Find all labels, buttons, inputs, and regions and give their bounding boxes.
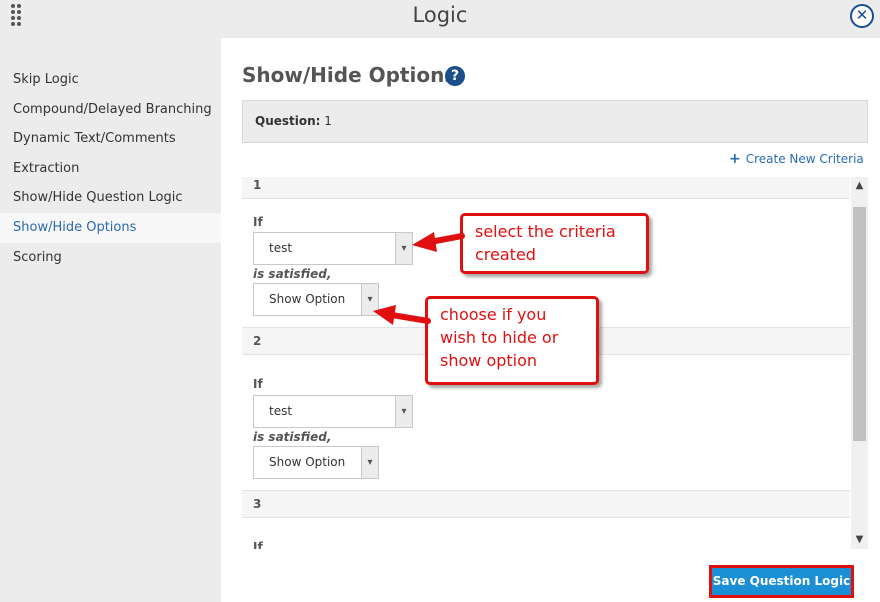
save-question-logic-button[interactable]: Save Question Logic — [712, 568, 851, 595]
criteria-select-value: test — [269, 241, 293, 255]
chevron-down-icon: ▾ — [361, 284, 378, 315]
sidebar-item-show-hide-question-logic[interactable]: Show/Hide Question Logic — [0, 183, 221, 213]
scroll-down-icon[interactable]: ▼ — [851, 531, 868, 549]
create-new-criteria-label: Create New Criteria — [745, 152, 864, 166]
save-button-highlight: Save Question Logic — [709, 565, 854, 598]
criteria-select-value: test — [269, 404, 293, 418]
scroll-thumb[interactable] — [853, 207, 866, 441]
create-new-criteria-link[interactable]: + Create New Criteria — [729, 151, 864, 167]
plus-icon: + — [729, 151, 741, 167]
action-select-1[interactable]: Show Option ▾ — [253, 283, 379, 316]
question-value: 1 — [324, 114, 332, 128]
scroll-up-icon[interactable]: ▲ — [851, 177, 868, 195]
help-icon[interactable]: ? — [445, 66, 465, 86]
if-label: If — [253, 377, 263, 391]
criteria-header-1: 1 — [242, 177, 850, 199]
close-icon[interactable]: ✕ — [850, 4, 874, 28]
sidebar-item-extraction[interactable]: Extraction — [0, 154, 221, 184]
scrollbar[interactable]: ▲ ▼ — [851, 177, 868, 549]
criteria-select-2[interactable]: test ▾ — [253, 395, 413, 428]
question-box: Question: 1 — [242, 100, 868, 143]
criteria-header-3: 3 — [242, 490, 850, 518]
action-select-2[interactable]: Show Option ▾ — [253, 446, 379, 479]
if-label: If — [253, 540, 263, 549]
chevron-down-icon: ▾ — [361, 447, 378, 478]
sidebar-item-show-hide-options[interactable]: Show/Hide Options — [0, 213, 221, 243]
dialog-header: Logic ✕ — [0, 0, 880, 38]
is-satisfied-label: is satisfied, — [253, 267, 332, 281]
sidebar: Skip Logic Compound/Delayed Branching Dy… — [0, 38, 221, 602]
dialog-title: Logic — [412, 3, 468, 27]
chevron-down-icon: ▾ — [395, 396, 412, 427]
sidebar-item-skip-logic[interactable]: Skip Logic — [0, 65, 221, 95]
sidebar-item-compound-delayed-branching[interactable]: Compound/Delayed Branching — [0, 95, 221, 125]
if-label: If — [253, 215, 263, 229]
sidebar-item-dynamic-text-comments[interactable]: Dynamic Text/Comments — [0, 124, 221, 154]
page-title: Show/Hide Options — [242, 63, 457, 87]
action-select-value: Show Option — [269, 292, 346, 306]
criteria-select-1[interactable]: test ▾ — [253, 232, 413, 265]
sidebar-item-scoring[interactable]: Scoring — [0, 243, 221, 273]
callout-choose-show-hide: choose if you wish to hide or show optio… — [425, 296, 599, 385]
action-select-value: Show Option — [269, 455, 346, 469]
chevron-down-icon: ▾ — [395, 233, 412, 264]
callout-select-criteria: select the criteria created — [460, 213, 649, 274]
is-satisfied-label: is satisfied, — [253, 430, 332, 444]
question-label: Question: — [255, 114, 321, 128]
